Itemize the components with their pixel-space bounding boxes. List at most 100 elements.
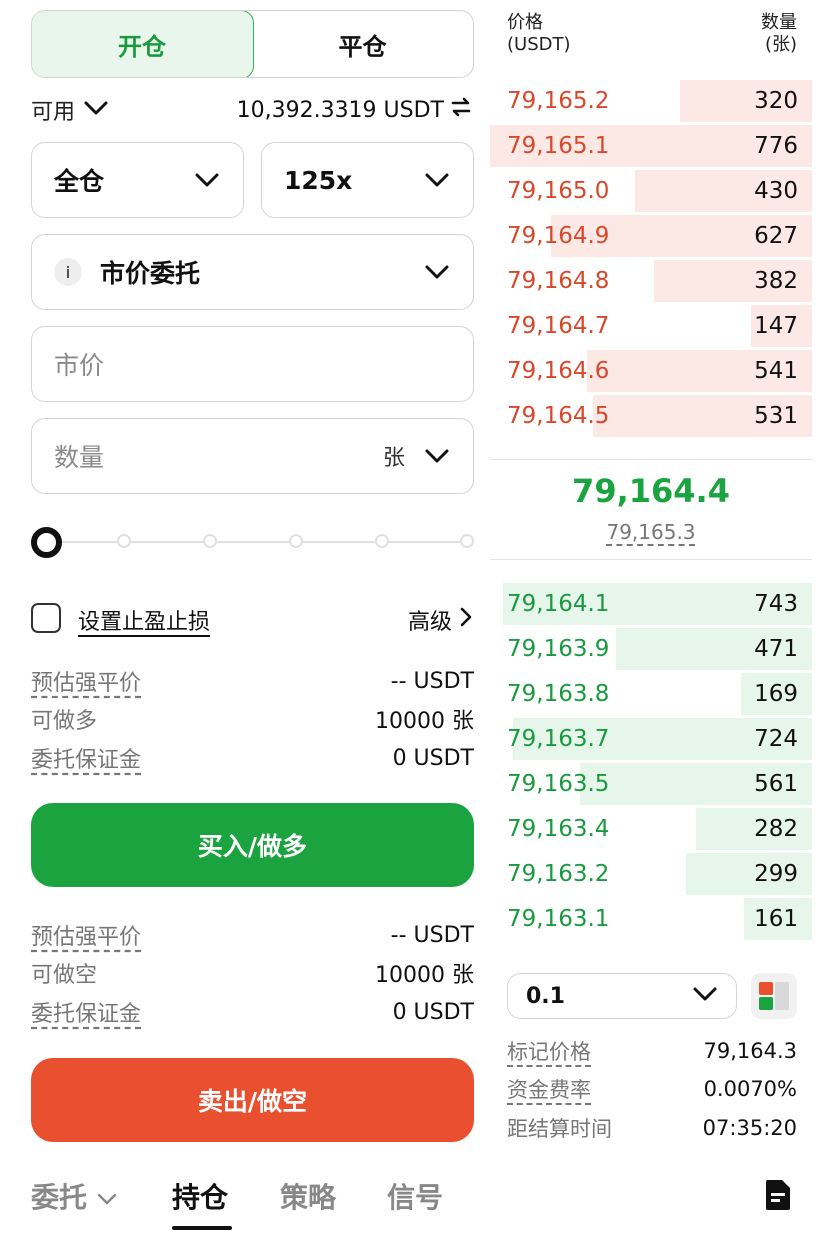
bid-row[interactable]: 79,163.4 282 <box>490 808 812 850</box>
sell-short-button[interactable]: 卖出/做空 <box>31 1058 474 1142</box>
order-qty: 161 <box>754 906 798 932</box>
long-liq-price-row: 预估强平价 -- USDT <box>31 665 474 697</box>
order-side-tabs: 开仓 平仓 <box>31 10 474 78</box>
bid-row[interactable]: 79,164.1 743 <box>490 583 812 625</box>
order-price: 79,164.5 <box>507 403 610 429</box>
info-key: 可做多 <box>31 709 98 734</box>
ask-row[interactable]: 79,164.6 541 <box>490 350 812 392</box>
quantity-input[interactable]: 数量 张 <box>31 418 474 494</box>
order-qty: 282 <box>754 816 798 842</box>
info-value: 10000 张 <box>375 963 474 988</box>
info-key[interactable]: 预估强平价 <box>31 919 141 951</box>
info-key[interactable]: 委托保证金 <box>31 996 141 1028</box>
bid-row[interactable]: 79,163.1 161 <box>490 898 812 940</box>
qty-header-label: 数量 <box>761 12 797 33</box>
quantity-placeholder: 数量 <box>54 443 105 472</box>
stat-value: 07:35:20 <box>702 1116 797 1140</box>
tab-orders[interactable]: 委托 <box>31 1176 117 1216</box>
long-margin-row: 委托保证金 0 USDT <box>31 742 474 774</box>
order-qty: 531 <box>754 403 798 429</box>
order-price: 79,163.4 <box>507 816 610 842</box>
buy-long-button[interactable]: 买入/做多 <box>31 803 474 887</box>
tpsl-checkbox[interactable] <box>31 603 61 633</box>
order-qty: 320 <box>754 88 798 114</box>
slider-tick[interactable] <box>117 534 131 548</box>
chevron-down-icon <box>423 258 451 286</box>
slider-tick[interactable] <box>375 534 389 548</box>
mark-price-mid[interactable]: 79,165.3 <box>490 520 812 544</box>
order-qty: 541 <box>754 358 798 384</box>
price-input[interactable]: 市价 <box>31 326 474 402</box>
swap-icon[interactable] <box>450 96 472 124</box>
max-short-row: 可做空 10000 张 <box>31 958 474 988</box>
ask-row[interactable]: 79,165.0 430 <box>490 170 812 212</box>
order-qty: 169 <box>754 681 798 707</box>
order-qty: 627 <box>754 223 798 249</box>
leverage-select[interactable]: 125x <box>261 142 474 218</box>
bid-row[interactable]: 79,163.8 169 <box>490 673 812 715</box>
qty-header-unit: (张) <box>764 34 797 55</box>
margin-mode-select[interactable]: 全仓 <box>31 142 244 218</box>
bid-row[interactable]: 79,163.2 299 <box>490 853 812 895</box>
settlement-time-row: 距结算时间 07:35:20 <box>507 1113 797 1143</box>
order-qty: 147 <box>754 313 798 339</box>
available-toggle[interactable]: 可用 <box>31 94 109 126</box>
order-price: 79,164.6 <box>507 358 610 384</box>
stat-key[interactable]: 标记价格 <box>507 1036 591 1066</box>
order-price: 79,164.9 <box>507 223 610 249</box>
advanced-link[interactable]: 高级 <box>408 604 472 636</box>
ask-row[interactable]: 79,164.8 382 <box>490 260 812 302</box>
quantity-slider-handle[interactable] <box>31 527 62 558</box>
tpsl-label[interactable]: 设置止盈止损 <box>78 604 210 636</box>
ask-row[interactable]: 79,165.1 776 <box>490 125 812 167</box>
layout-icon[interactable] <box>751 973 797 1019</box>
stat-key[interactable]: 资金费率 <box>507 1074 591 1104</box>
slider-tick[interactable] <box>460 534 474 548</box>
stat-value: 79,164.3 <box>703 1039 797 1063</box>
ask-row[interactable]: 79,164.9 627 <box>490 215 812 257</box>
quantity-unit[interactable]: 张 <box>383 440 405 472</box>
order-qty: 743 <box>754 591 798 617</box>
quantity-slider-track[interactable] <box>50 541 470 543</box>
tab-open[interactable]: 开仓 <box>32 11 254 77</box>
ask-row[interactable]: 79,164.7 147 <box>490 305 812 347</box>
price-header-label: 价格 <box>507 12 543 33</box>
order-price: 79,164.8 <box>507 268 610 294</box>
order-type-value: 市价委托 <box>100 259 201 288</box>
slider-tick[interactable] <box>289 534 303 548</box>
short-liq-price-row: 预估强平价 -- USDT <box>31 919 474 951</box>
tab-positions[interactable]: 持仓 <box>172 1176 228 1216</box>
chevron-right-icon <box>460 607 472 633</box>
funding-rate-row: 资金费率 0.0070% <box>507 1074 797 1104</box>
bid-row[interactable]: 79,163.5 561 <box>490 763 812 805</box>
chevron-down-icon[interactable] <box>423 442 451 470</box>
bid-row[interactable]: 79,163.7 724 <box>490 718 812 760</box>
order-price: 79,165.2 <box>507 88 610 114</box>
order-qty: 299 <box>754 861 798 887</box>
chevron-down-icon <box>97 1180 117 1213</box>
precision-select[interactable]: 0.1 <box>507 973 737 1019</box>
info-icon[interactable]: i <box>54 258 82 286</box>
max-long-row: 可做多 10000 张 <box>31 704 474 734</box>
chevron-down-icon <box>423 166 451 194</box>
active-tab-indicator <box>172 1226 232 1230</box>
order-type-select[interactable]: i 市价委托 <box>31 234 474 310</box>
tab-orders-label: 委托 <box>31 1181 88 1214</box>
precision-value: 0.1 <box>526 983 565 1009</box>
ask-row[interactable]: 79,164.5 531 <box>490 395 812 437</box>
info-value: 10000 张 <box>375 709 474 734</box>
ask-row[interactable]: 79,165.2 320 <box>490 80 812 122</box>
chevron-down-icon <box>692 985 718 1007</box>
slider-tick[interactable] <box>203 534 217 548</box>
order-qty: 430 <box>754 178 798 204</box>
tab-close[interactable]: 平仓 <box>252 11 473 77</box>
bid-row[interactable]: 79,163.9 471 <box>490 628 812 670</box>
info-key[interactable]: 预估强平价 <box>31 665 141 697</box>
tab-signals[interactable]: 信号 <box>387 1176 443 1216</box>
info-key[interactable]: 委托保证金 <box>31 742 141 774</box>
info-value: 0 USDT <box>392 999 474 1025</box>
document-icon[interactable] <box>764 1178 792 1212</box>
tab-strategy[interactable]: 策略 <box>280 1176 336 1216</box>
available-balance: 10,392.3319 USDT <box>237 94 472 126</box>
order-price: 79,163.5 <box>507 771 610 797</box>
